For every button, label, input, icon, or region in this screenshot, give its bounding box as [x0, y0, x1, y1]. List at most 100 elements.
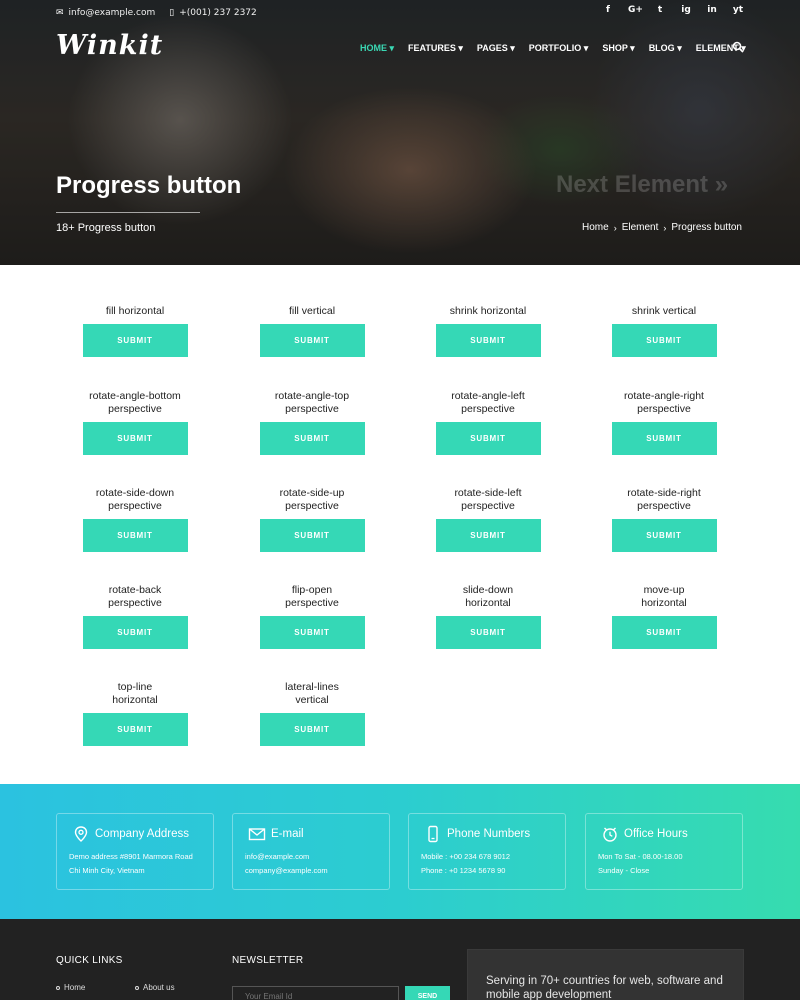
breadcrumb-element[interactable]: Element — [622, 222, 659, 233]
contact-card-title: Company Address — [95, 828, 189, 840]
submit-button[interactable]: SUBMIT — [435, 422, 541, 455]
topbar-email[interactable]: ✉ info@example.com — [56, 8, 155, 18]
contact-card-title: E-mail — [271, 828, 304, 840]
nav-item-home[interactable]: HOME ▾ — [360, 43, 394, 54]
page-subtitle: 18+ Progress button — [56, 222, 156, 234]
contact-card-line: Phone : +0 1234 5678 90 — [421, 866, 506, 875]
bullet-icon — [135, 985, 139, 990]
footer-link-home[interactable]: Home — [56, 983, 85, 992]
hero-banner: ✉ info@example.com ▯ +(001) 237 2372 f G… — [0, 0, 800, 265]
nav-item-portfolio[interactable]: PORTFOLIO ▾ — [529, 43, 589, 54]
submit-button[interactable]: SUBMIT — [259, 713, 365, 746]
submit-button[interactable]: SUBMIT — [82, 713, 188, 746]
main-nav: HOME ▾ FEATURES ▾ PAGES ▾ PORTFOLIO ▾ SH… — [360, 43, 760, 54]
button-demo-label: top-line horizontal — [112, 681, 158, 706]
button-demo-label: fill horizontal — [105, 305, 165, 317]
submit-button[interactable]: SUBMIT — [611, 519, 717, 552]
submit-button[interactable]: SUBMIT — [259, 616, 365, 649]
facebook-icon[interactable]: f — [602, 5, 614, 15]
youtube-icon[interactable]: yt — [732, 5, 744, 15]
mobile-icon: ▯ — [169, 7, 175, 18]
button-demo: shrink vertical SUBMIT — [594, 291, 734, 357]
button-demo: rotate-back perspective SUBMIT — [65, 583, 205, 649]
footer-info-box: Serving in 70+ countries for web, softwa… — [467, 949, 744, 1000]
button-demo: flip-open perspective SUBMIT — [242, 583, 382, 649]
button-demo-label: lateral-lines vertical — [285, 681, 339, 706]
envelope-icon: ✉ — [56, 7, 64, 18]
submit-button[interactable]: SUBMIT — [259, 324, 365, 357]
button-demo: rotate-angle-left perspective SUBMIT — [418, 389, 558, 455]
button-demo-label: shrink horizontal — [449, 305, 527, 317]
progress-button-grid: fill horizontal SUBMIT fill vertical SUBMI… — [0, 265, 800, 785]
button-demo-label: shrink vertical — [631, 305, 697, 317]
button-demo: shrink horizontal SUBMIT — [418, 291, 558, 357]
submit-button[interactable]: SUBMIT — [259, 519, 365, 552]
instagram-icon[interactable]: ig — [680, 5, 692, 15]
submit-button[interactable]: SUBMIT — [435, 324, 541, 357]
newsletter-send-button[interactable]: SEND — [405, 986, 450, 1000]
search-icon[interactable] — [732, 41, 744, 53]
contact-card-line[interactable]: company@example.com — [245, 866, 328, 875]
google-plus-icon[interactable]: G+ — [628, 5, 643, 15]
button-demo: rotate-angle-bottom perspective SUBMIT — [65, 389, 205, 455]
submit-button[interactable]: SUBMIT — [82, 422, 188, 455]
contact-card-email: E-mail info@example.com company@example.… — [232, 813, 390, 890]
nav-item-features[interactable]: FEATURES ▾ — [408, 43, 463, 54]
button-demo: rotate-angle-top perspective SUBMIT — [242, 389, 382, 455]
button-demo-label: rotate-side-left perspective — [454, 487, 522, 512]
submit-button[interactable]: SUBMIT — [82, 519, 188, 552]
breadcrumb: Home › Element › Progress button — [582, 222, 742, 233]
newsletter-email-input[interactable] — [232, 986, 399, 1000]
button-demo: rotate-angle-right perspective SUBMIT — [594, 389, 734, 455]
site-logo[interactable]: Winkit — [56, 30, 163, 61]
nav-item-shop[interactable]: SHOP ▾ — [602, 43, 634, 54]
nav-item-pages[interactable]: PAGES ▾ — [477, 43, 515, 54]
contact-card-line: Mon To Sat - 08.00-18.00 — [598, 852, 683, 861]
button-demo: top-line horizontal SUBMIT — [65, 680, 205, 746]
button-demo: rotate-side-down perspective SUBMIT — [65, 486, 205, 552]
submit-button[interactable]: SUBMIT — [82, 324, 188, 357]
phone-icon — [428, 825, 438, 843]
button-demo-label: slide-down horizontal — [462, 584, 514, 609]
submit-button[interactable]: SUBMIT — [82, 616, 188, 649]
contact-card-line: Chi Minh City, Vietnam — [69, 866, 145, 875]
contact-strip: Company Address Demo address #8901 Marmo… — [0, 784, 800, 919]
topbar-phone: ▯ +(001) 237 2372 — [169, 7, 257, 18]
button-demo: rotate-side-left perspective SUBMIT — [418, 486, 558, 552]
nav-item-blog[interactable]: BLOG ▾ — [649, 43, 682, 54]
quick-links-heading: QUICK LINKS — [56, 955, 123, 966]
title-divider — [56, 212, 200, 213]
button-demo-label: rotate-angle-bottom perspective — [89, 390, 181, 415]
submit-button[interactable]: SUBMIT — [435, 616, 541, 649]
button-demo-label: rotate-angle-top perspective — [274, 390, 350, 415]
contact-card-line[interactable]: info@example.com — [245, 852, 309, 861]
chevron-right-icon: › — [613, 222, 617, 233]
submit-button[interactable]: SUBMIT — [435, 519, 541, 552]
newsletter-heading: NEWSLETTER — [232, 955, 304, 966]
submit-button[interactable]: SUBMIT — [259, 422, 365, 455]
button-demo: move-up horizontal SUBMIT — [594, 583, 734, 649]
button-demo-label: rotate-side-up perspective — [279, 487, 345, 512]
button-demo-label: flip-open perspective — [285, 584, 339, 609]
footer-tagline: Serving in 70+ countries for web, softwa… — [486, 975, 723, 1000]
button-demo-label: rotate-side-right perspective — [627, 487, 701, 512]
submit-button[interactable]: SUBMIT — [611, 324, 717, 357]
map-pin-icon — [74, 826, 88, 842]
button-demo: fill horizontal SUBMIT — [65, 291, 205, 357]
contact-card-title: Phone Numbers — [447, 828, 531, 840]
breadcrumb-home[interactable]: Home — [582, 222, 609, 233]
next-element-link[interactable]: Next Element » — [556, 171, 728, 199]
button-demo: fill vertical SUBMIT — [242, 291, 382, 357]
footer-link-about[interactable]: About us — [135, 983, 175, 992]
contact-card-line: Sunday - Close — [598, 866, 650, 875]
linkedin-icon[interactable]: in — [706, 5, 718, 15]
contact-card-hours: Office Hours Mon To Sat - 08.00-18.00 Su… — [585, 813, 743, 890]
clock-icon — [603, 827, 617, 842]
contact-card-line: Demo address #8901 Marmora Road — [69, 852, 193, 861]
submit-button[interactable]: SUBMIT — [611, 616, 717, 649]
button-demo-label: rotate-angle-right perspective — [624, 390, 704, 415]
button-demo: rotate-side-right perspective SUBMIT — [594, 486, 734, 552]
submit-button[interactable]: SUBMIT — [611, 422, 717, 455]
chevron-right-icon: › — [663, 222, 667, 233]
twitter-icon[interactable]: t — [654, 5, 666, 15]
